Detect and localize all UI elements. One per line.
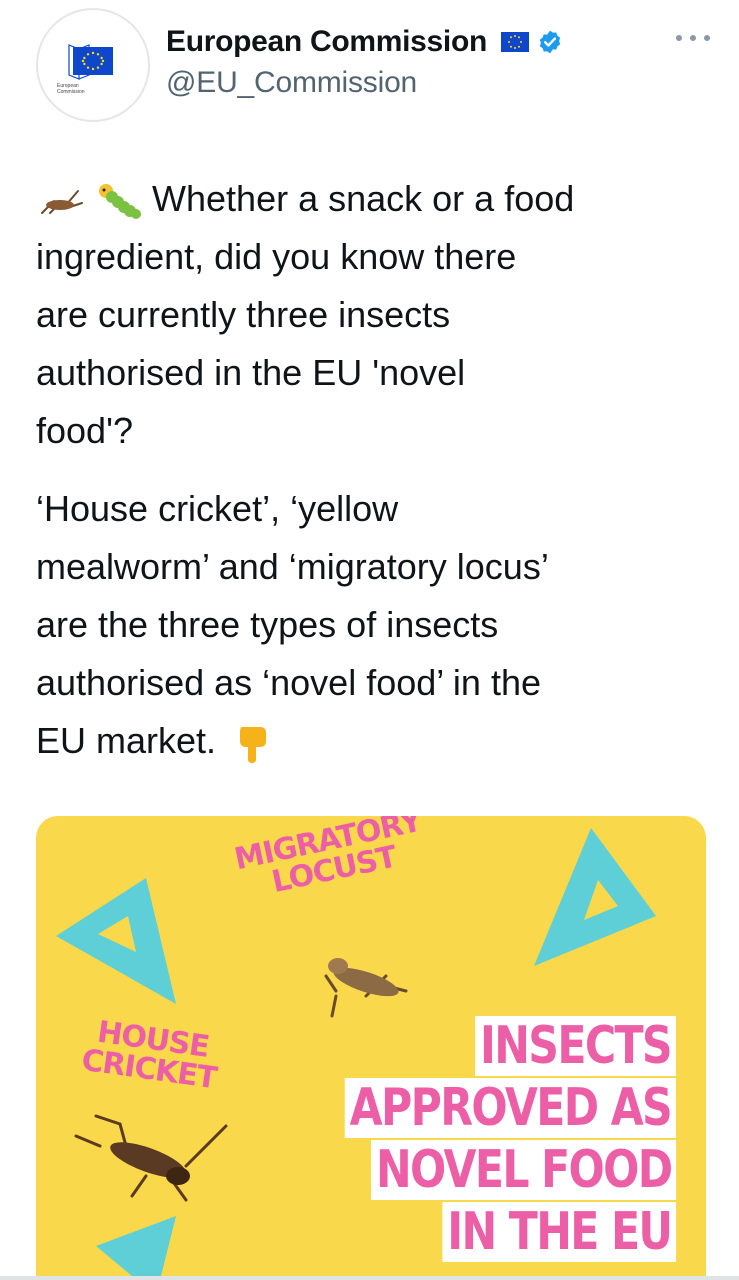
cricket-emoji-icon bbox=[41, 190, 83, 215]
eu-flag-icon bbox=[73, 47, 113, 75]
headline-line: INSECTS bbox=[475, 1016, 676, 1076]
tweet-paragraph-2: ‘House cricket’, ‘yellow mealworm’ and ‘… bbox=[36, 480, 716, 770]
european-commission-logo bbox=[63, 43, 123, 81]
tweet-paragraph-1: Whether a snack or a food ingredient, di… bbox=[36, 170, 716, 460]
tweet-media-image[interactable]: MIGRATORY LOCUST HOUSE CRICKET INSECTS A… bbox=[36, 816, 706, 1280]
headline-line: IN THE EU bbox=[442, 1202, 676, 1262]
bottom-divider bbox=[0, 1276, 739, 1280]
caterpillar-emoji-icon bbox=[99, 184, 142, 220]
tweet-line: food'? bbox=[36, 410, 133, 451]
author-display-name[interactable]: European Commission bbox=[166, 25, 487, 59]
tweet-line: authorised in the EU 'novel bbox=[36, 352, 466, 393]
eu-flag-badge-icon bbox=[501, 32, 530, 52]
author-name-row: European Commission bbox=[166, 22, 563, 62]
tweet-line: EU market. bbox=[36, 712, 716, 770]
more-options-icon[interactable] bbox=[676, 28, 710, 48]
tweet-line: ingredient, did you know there bbox=[36, 236, 517, 277]
tweet-header: European Commission European Commission … bbox=[0, 0, 739, 130]
tweet-line: are the three types of insects bbox=[36, 604, 499, 645]
avatar[interactable]: European Commission bbox=[36, 8, 150, 122]
tweet-line: authorised as ‘novel food’ in the bbox=[36, 662, 542, 703]
tweet-line: ‘House cricket’, ‘yellow bbox=[36, 488, 399, 529]
headline-line: APPROVED AS bbox=[344, 1078, 676, 1138]
tweet-line: are currently three insects bbox=[36, 294, 451, 335]
tweet-line: mealworm’ and ‘migratory locus’ bbox=[36, 546, 549, 587]
media-headline: INSECTS APPROVED AS NOVEL FOOD IN THE EU bbox=[272, 1016, 676, 1264]
pointing-down-emoji-icon bbox=[240, 727, 267, 764]
verified-badge-icon bbox=[539, 30, 561, 54]
author-handle[interactable]: @EU_Commission bbox=[166, 66, 417, 100]
headline-line: NOVEL FOOD bbox=[370, 1140, 676, 1200]
avatar-caption: European Commission bbox=[57, 83, 85, 95]
tweet-line: Whether a snack or a food bbox=[36, 170, 716, 228]
